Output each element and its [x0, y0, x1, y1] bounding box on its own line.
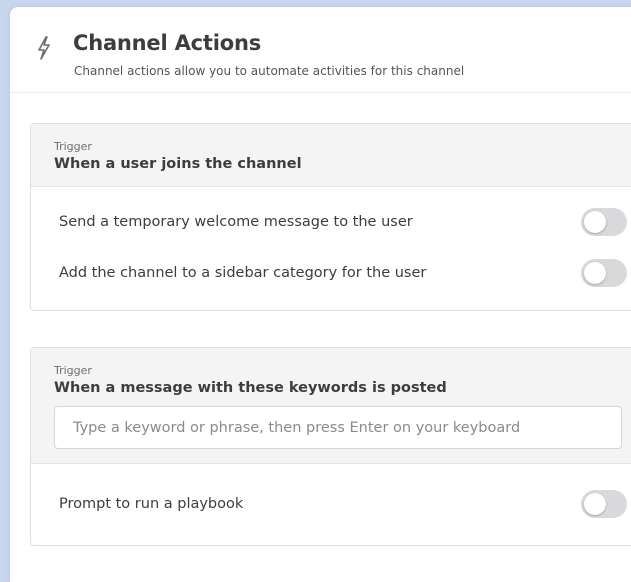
sidebar-category-toggle[interactable]	[581, 258, 627, 287]
trigger-card-user-joins: Trigger When a user joins the channel Se…	[30, 123, 631, 311]
action-label: Send a temporary welcome message to the …	[59, 213, 413, 230]
action-row-prompt-playbook: Prompt to run a playbook	[31, 478, 631, 529]
trigger-label: Trigger	[54, 364, 92, 377]
page-subtitle: Channel actions allow you to automate ac…	[74, 64, 465, 78]
toggle-knob	[584, 261, 606, 284]
prompt-playbook-toggle[interactable]	[581, 489, 627, 518]
trigger-block: Trigger When a user joins the channel	[31, 124, 631, 187]
trigger-block: Trigger When a message with these keywor…	[31, 348, 631, 464]
page-title: Channel Actions	[73, 31, 261, 55]
toggle-knob	[584, 210, 606, 233]
keyword-input[interactable]	[54, 406, 622, 449]
action-label: Add the channel to a sidebar category fo…	[59, 264, 427, 281]
trigger-label: Trigger	[54, 140, 92, 153]
welcome-message-toggle[interactable]	[581, 207, 627, 236]
trigger-card-keywords: Trigger When a message with these keywor…	[30, 347, 631, 546]
trigger-title: When a user joins the channel	[54, 156, 302, 172]
action-label: Prompt to run a playbook	[59, 495, 244, 512]
toggle-knob	[584, 492, 606, 515]
modal-header: Channel Actions Channel actions allow yo…	[10, 7, 631, 93]
lightning-bolt-icon	[38, 36, 50, 60]
action-row-welcome-message: Send a temporary welcome message to the …	[31, 196, 631, 247]
action-row-sidebar-category: Add the channel to a sidebar category fo…	[31, 247, 631, 298]
channel-actions-modal: Channel Actions Channel actions allow yo…	[10, 7, 631, 582]
trigger-title: When a message with these keywords is po…	[54, 380, 447, 396]
